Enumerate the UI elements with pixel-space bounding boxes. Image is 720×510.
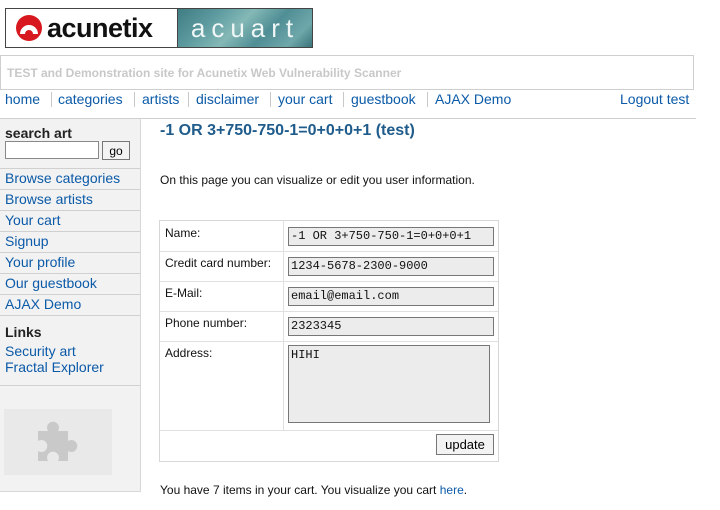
search-title: search art	[5, 125, 72, 141]
nav-separator	[343, 92, 344, 107]
update-button[interactable]: update	[436, 434, 494, 455]
sidebar-fractal-explorer[interactable]: Fractal Explorer	[5, 359, 104, 375]
credit-card-label: Credit card number:	[165, 256, 272, 270]
sidebar-divider	[0, 252, 140, 253]
logo-brand-text: acunetix	[47, 13, 153, 43]
sidebar-your-cart[interactable]: Your cart	[5, 212, 61, 228]
top-nav: home categories artists disclaimer your …	[0, 90, 696, 119]
phone-field[interactable]: 2323345	[288, 317, 494, 336]
sidebar-signup[interactable]: Signup	[5, 233, 49, 249]
row-divider	[160, 251, 498, 252]
intro-text: On this page you can visualize or edit y…	[160, 173, 475, 187]
nav-separator	[270, 92, 271, 107]
site-logo[interactable]: acunetix acuart	[5, 8, 313, 48]
site-subtitle: TEST and Demonstration site for Acunetix…	[7, 66, 402, 80]
nav-separator	[134, 92, 135, 107]
nav-separator	[51, 92, 52, 107]
name-field[interactable]: -1 OR 3+750-750-1=0+0+0+1	[288, 227, 494, 246]
search-go-button[interactable]: go	[102, 141, 130, 160]
page-title: -1 OR 3+750-750-1=0+0+0+1 (test)	[160, 122, 415, 139]
row-divider	[160, 311, 498, 312]
nav-home[interactable]: home	[5, 91, 40, 107]
search-input[interactable]	[5, 141, 99, 159]
nav-separator	[427, 92, 428, 107]
column-divider	[283, 221, 284, 430]
acuart-banner: acuart	[178, 9, 312, 47]
credit-card-field[interactable]: 1234-5678-2300-9000	[288, 257, 494, 276]
sidebar-divider	[0, 168, 140, 169]
sidebar-divider	[0, 231, 140, 232]
cart-summary: You have 7 items in your cart. You visua…	[160, 483, 467, 497]
plugin-placeholder	[4, 409, 112, 475]
sidebar-divider	[0, 210, 140, 211]
site-subtitle-bar: TEST and Demonstration site for Acunetix…	[0, 55, 694, 90]
sidebar: search art go Browse categories Browse a…	[0, 119, 141, 492]
nav-disclaimer[interactable]: disclaimer	[196, 91, 259, 107]
nav-artists[interactable]: artists	[142, 91, 179, 107]
cart-summary-end: .	[463, 483, 468, 497]
sidebar-divider	[0, 385, 140, 386]
cart-summary-text: You have 7 items in your cart. You visua…	[160, 483, 440, 497]
sidebar-your-profile[interactable]: Your profile	[5, 254, 75, 270]
row-divider	[160, 281, 498, 282]
nav-categories[interactable]: categories	[58, 91, 123, 107]
sidebar-divider	[0, 273, 140, 274]
email-label: E-Mail:	[165, 286, 203, 300]
name-label: Name:	[165, 226, 201, 240]
row-divider	[160, 430, 498, 431]
sidebar-our-guestbook[interactable]: Our guestbook	[5, 275, 97, 291]
nav-ajax-demo[interactable]: AJAX Demo	[435, 91, 511, 107]
sidebar-ajax-demo[interactable]: AJAX Demo	[5, 296, 81, 312]
nav-guestbook[interactable]: guestbook	[351, 91, 416, 107]
logo-site-text: acuart	[190, 12, 300, 43]
cart-here-link[interactable]: here	[440, 483, 464, 497]
acunetix-mark-icon	[16, 15, 42, 41]
email-field[interactable]: email@email.com	[288, 287, 494, 306]
phone-label: Phone number:	[165, 316, 248, 330]
user-info-form: Name: -1 OR 3+750-750-1=0+0+0+1 Credit c…	[159, 220, 499, 462]
sidebar-divider	[0, 189, 140, 190]
puzzle-piece-icon	[38, 421, 78, 461]
sidebar-browse-artists[interactable]: Browse artists	[5, 191, 93, 207]
nav-logout[interactable]: Logout test	[620, 91, 689, 107]
sidebar-security-art[interactable]: Security art	[5, 343, 76, 359]
nav-separator	[188, 92, 189, 107]
sidebar-divider	[0, 294, 140, 295]
links-title: Links	[5, 324, 42, 340]
sidebar-divider	[0, 315, 140, 316]
address-textarea[interactable]: HIHI	[288, 345, 490, 423]
nav-your-cart[interactable]: your cart	[278, 91, 332, 107]
address-label: Address:	[165, 346, 213, 360]
acunetix-logo: acunetix	[6, 9, 178, 47]
row-divider	[160, 341, 498, 342]
sidebar-browse-categories[interactable]: Browse categories	[5, 170, 120, 186]
